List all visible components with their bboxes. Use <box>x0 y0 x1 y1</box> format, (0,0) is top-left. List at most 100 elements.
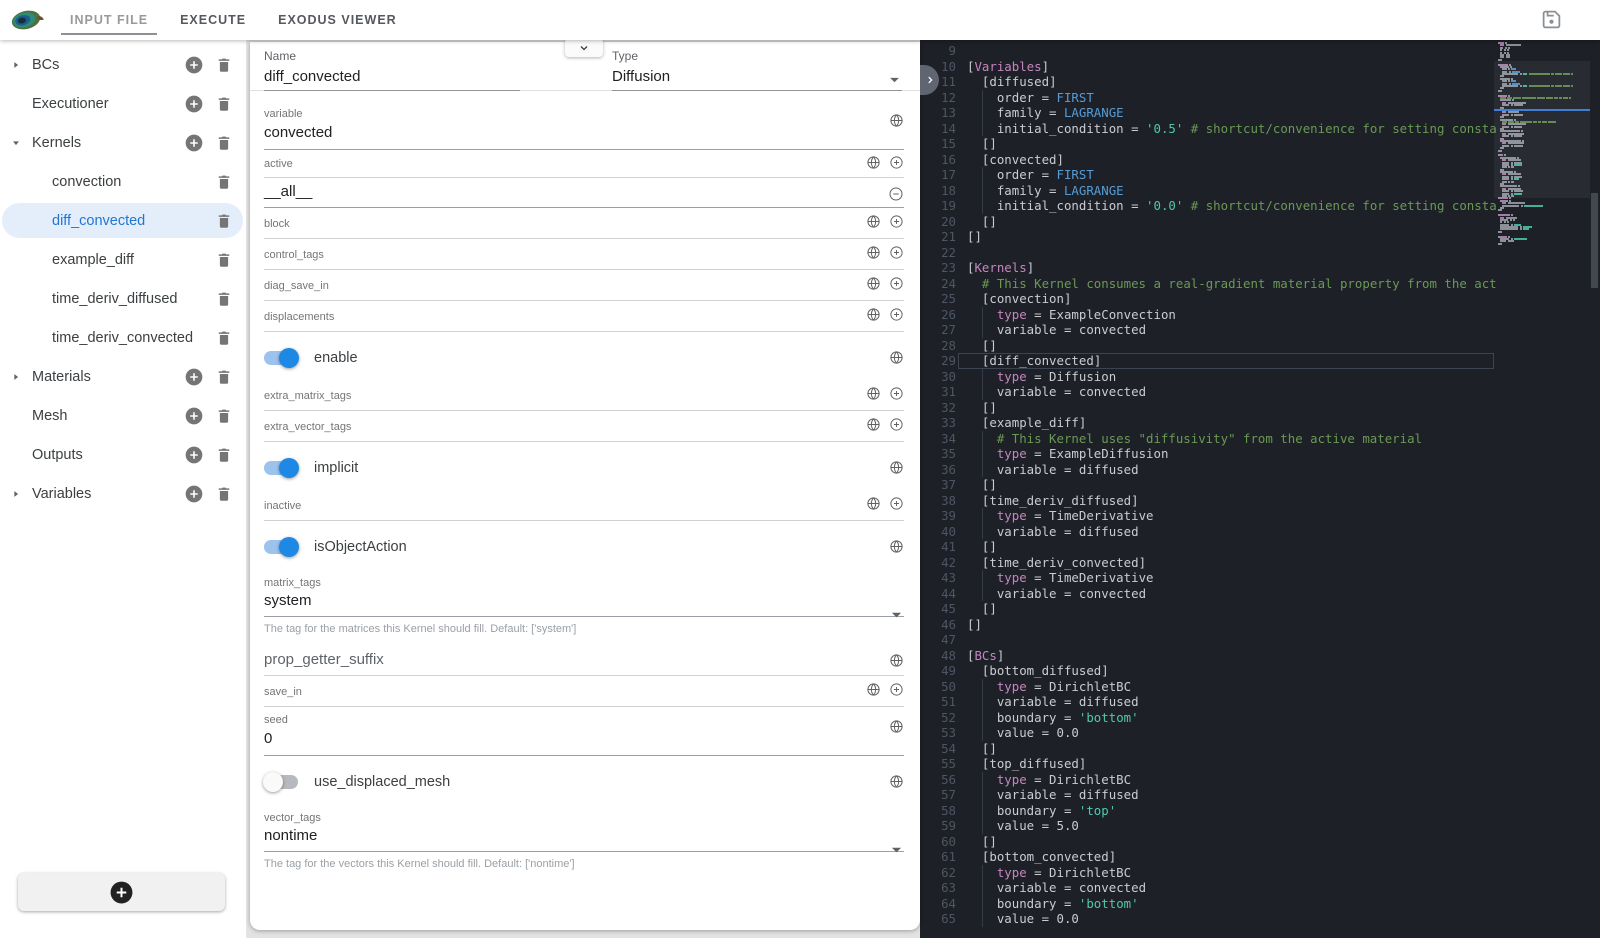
delete-block-icon[interactable] <box>215 290 233 308</box>
minimap-viewport[interactable] <box>1494 61 1590 198</box>
delete-block-icon[interactable] <box>215 251 233 269</box>
code-line[interactable]: 41 [] <box>920 539 1496 555</box>
globe-icon[interactable] <box>866 496 881 511</box>
globe-icon[interactable] <box>866 214 881 229</box>
globe-icon[interactable] <box>866 682 881 697</box>
add-sub-block-icon[interactable] <box>184 406 204 426</box>
add-entry-icon[interactable] <box>889 214 904 229</box>
code-line[interactable]: 12 order = FIRST <box>920 90 1496 106</box>
code-line[interactable]: 18 family = LAGRANGE <box>920 183 1496 199</box>
code-line[interactable]: 60 [] <box>920 834 1496 850</box>
code-line[interactable]: 35 type = ExampleDiffusion <box>920 446 1496 462</box>
add-entry-icon[interactable] <box>889 307 904 322</box>
add-sub-block-icon[interactable] <box>184 484 204 504</box>
expand-arrow-icon[interactable] <box>11 489 21 499</box>
tab-execute[interactable]: EXECUTE <box>164 0 262 40</box>
add-sub-block-icon[interactable] <box>184 94 204 114</box>
globe-icon[interactable] <box>866 417 881 432</box>
name-field[interactable]: Name diff_convected <box>264 49 520 91</box>
code-line[interactable]: 24 # This Kernel consumes a real-gradient… <box>920 276 1496 292</box>
globe-icon[interactable] <box>866 276 881 291</box>
globe-icon[interactable] <box>889 774 904 789</box>
code-line[interactable]: 61 [bottom_convected] <box>920 849 1496 865</box>
code-area[interactable]: 9 10 [Variables] 11 [diffused] 12 order = FIRS… <box>920 43 1496 938</box>
code-line[interactable]: 30 type = Diffusion <box>920 369 1496 385</box>
code-line[interactable]: 57 variable = diffused <box>920 787 1496 803</box>
code-line[interactable]: 45 [] <box>920 601 1496 617</box>
code-line[interactable]: 54 [] <box>920 741 1496 757</box>
code-line[interactable]: 36 variable = diffused <box>920 462 1496 478</box>
delete-block-icon[interactable] <box>215 173 233 191</box>
add-entry-icon[interactable] <box>889 276 904 291</box>
delete-block-icon[interactable] <box>215 329 233 347</box>
code-line[interactable]: 48 [BCs] <box>920 648 1496 664</box>
tab-exodus-viewer[interactable]: EXODUS VIEWER <box>262 0 413 40</box>
code-line[interactable]: 51 variable = diffused <box>920 694 1496 710</box>
code-line[interactable]: 19 initial_condition = '0.0' # shortcut/c… <box>920 198 1496 214</box>
code-line[interactable]: 62 type = DirichletBC <box>920 865 1496 881</box>
code-line[interactable]: 52 boundary = 'bottom' <box>920 710 1496 726</box>
code-line[interactable]: 64 boundary = 'bottom' <box>920 896 1496 912</box>
code-line[interactable]: 34 # This Kernel uses "diffusivity" from … <box>920 431 1496 447</box>
param-value-input[interactable]: convected <box>264 124 904 141</box>
add-block-button[interactable] <box>18 873 225 911</box>
param-value-input[interactable]: 0 <box>264 730 904 747</box>
scrollbar-thumb[interactable] <box>1591 193 1598 288</box>
add-sub-block-icon[interactable] <box>184 445 204 465</box>
param-select-value[interactable]: system <box>264 592 904 609</box>
delete-block-icon[interactable] <box>215 446 233 464</box>
code-line[interactable]: 56 type = DirichletBC <box>920 772 1496 788</box>
delete-block-icon[interactable] <box>215 134 233 152</box>
sidebar-item-bcs[interactable]: BCs <box>0 45 246 84</box>
code-line[interactable]: 31 variable = convected <box>920 384 1496 400</box>
toggle-implicit[interactable] <box>264 458 299 478</box>
add-entry-icon[interactable] <box>889 245 904 260</box>
code-line[interactable]: 44 variable = convected <box>920 586 1496 602</box>
code-line[interactable]: 42 [time_deriv_convected] <box>920 555 1496 571</box>
code-line[interactable]: 15 [] <box>920 136 1496 152</box>
delete-block-icon[interactable] <box>215 368 233 386</box>
caret-down-icon[interactable] <box>891 601 902 629</box>
code-line[interactable]: 40 variable = diffused <box>920 524 1496 540</box>
add-entry-icon[interactable] <box>889 682 904 697</box>
collapse-panel-button[interactable] <box>565 38 603 57</box>
code-line[interactable]: 17 order = FIRST <box>920 167 1496 183</box>
add-entry-icon[interactable] <box>889 386 904 401</box>
tab-input-file[interactable]: INPUT FILE <box>54 0 164 40</box>
sidebar-item-time-deriv-convected[interactable]: time_deriv_convected <box>0 318 246 357</box>
code-line[interactable]: 22 <box>920 245 1496 261</box>
sidebar-item-mesh[interactable]: Mesh <box>0 396 246 435</box>
collapse-arrow-icon[interactable] <box>11 138 21 148</box>
code-line[interactable]: 32 [] <box>920 400 1496 416</box>
delete-block-icon[interactable] <box>215 485 233 503</box>
remove-entry-icon[interactable] <box>888 186 904 202</box>
sidebar-item-materials[interactable]: Materials <box>0 357 246 396</box>
code-line[interactable]: 13 family = LAGRANGE <box>920 105 1496 121</box>
code-line[interactable]: 39 type = TimeDerivative <box>920 508 1496 524</box>
toggle-isObjectAction[interactable] <box>264 537 299 557</box>
delete-block-icon[interactable] <box>215 95 233 113</box>
code-line[interactable]: 65 value = 0.0 <box>920 911 1496 927</box>
code-line[interactable]: 38 [time_deriv_diffused] <box>920 493 1496 509</box>
add-sub-block-icon[interactable] <box>184 55 204 75</box>
sidebar-item-kernels[interactable]: Kernels <box>0 123 246 162</box>
globe-icon[interactable] <box>889 653 904 668</box>
code-line[interactable]: 37 [] <box>920 477 1496 493</box>
code-line[interactable]: 50 type = DirichletBC <box>920 679 1496 695</box>
add-sub-block-icon[interactable] <box>184 133 204 153</box>
code-line[interactable]: 55 [top_diffused] <box>920 756 1496 772</box>
globe-icon[interactable] <box>889 460 904 475</box>
code-line[interactable]: 53 value = 0.0 <box>920 725 1496 741</box>
code-line[interactable]: 23 [Kernels] <box>920 260 1496 276</box>
delete-block-icon[interactable] <box>215 407 233 425</box>
code-line[interactable]: 25 [convection] <box>920 291 1496 307</box>
code-line[interactable]: 47 <box>920 632 1496 648</box>
globe-icon[interactable] <box>889 113 904 128</box>
globe-icon[interactable] <box>889 539 904 554</box>
code-line[interactable]: 28 [] <box>920 338 1496 354</box>
expand-arrow-icon[interactable] <box>11 60 21 70</box>
globe-icon[interactable] <box>866 155 881 170</box>
delete-block-icon[interactable] <box>215 56 233 74</box>
caret-down-icon[interactable] <box>891 836 902 864</box>
code-line[interactable]: 26 type = ExampleConvection <box>920 307 1496 323</box>
